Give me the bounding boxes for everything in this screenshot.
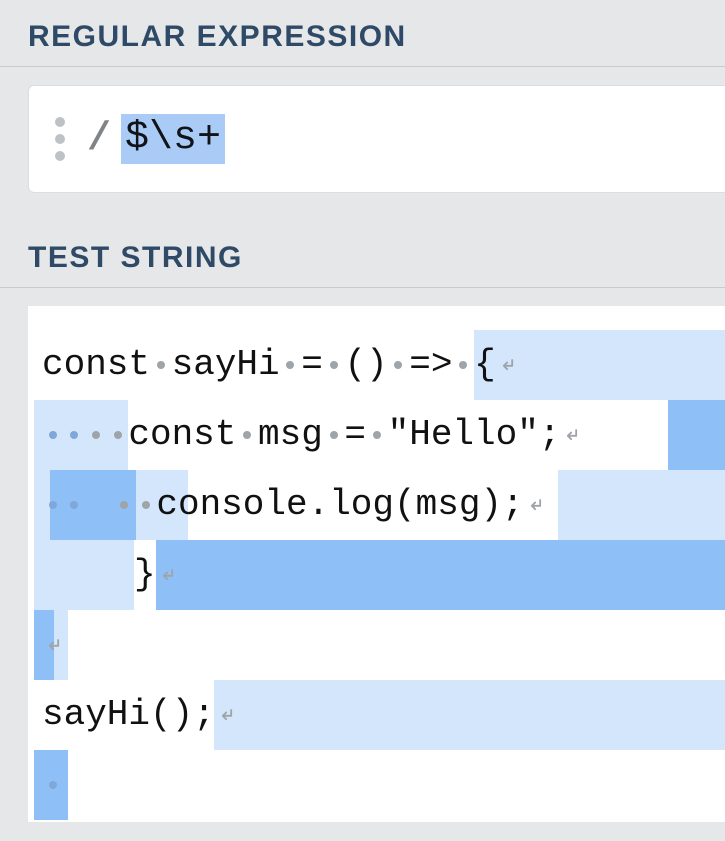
code-text: msg: [258, 417, 323, 453]
code-line[interactable]: }: [28, 540, 725, 610]
whitespace-dot-icon: [64, 400, 86, 470]
code-text: =: [344, 417, 366, 453]
code-text: const: [42, 347, 150, 383]
code-text: {: [474, 347, 496, 383]
whitespace-dot-icon: [452, 330, 474, 400]
whitespace-dot-icon: [150, 330, 172, 400]
whitespace-dot-icon: [323, 330, 345, 400]
code-text: "Hello";: [388, 417, 561, 453]
header-teststring-label: TEST STRING: [28, 241, 243, 274]
return-icon: [156, 540, 180, 610]
code-text: (): [344, 347, 387, 383]
whitespace-dot-icon: [64, 470, 86, 540]
return-icon: [42, 610, 66, 680]
whitespace-dot-icon: [388, 330, 410, 400]
code-text: const: [128, 417, 236, 453]
section-header-regex: REGULAR EXPRESSION: [0, 0, 725, 67]
return-icon: [524, 470, 548, 540]
whitespace-dot-icon: [107, 400, 129, 470]
regex-delimiter: /: [87, 117, 111, 162]
code-text: console.log(msg);: [156, 487, 523, 523]
whitespace-dot-icon: [236, 400, 258, 470]
whitespace-dot-icon: [323, 400, 345, 470]
test-string-area[interactable]: const sayHi = () => { const msg = "Hello"; console…: [28, 306, 725, 822]
code-text: =>: [409, 347, 452, 383]
whitespace-dot-icon: [42, 470, 64, 540]
header-regex-label: REGULAR EXPRESSION: [28, 20, 407, 53]
code-line[interactable]: const sayHi = () => {: [28, 330, 725, 400]
regex-pattern[interactable]: $\s+: [121, 114, 225, 164]
code-text: =: [301, 347, 323, 383]
code-text: }: [134, 557, 156, 593]
whitespace-dot-icon: [42, 750, 64, 820]
whitespace-dot-icon: [85, 400, 107, 470]
return-icon: [215, 680, 239, 750]
regex-settings-icon[interactable]: [47, 117, 73, 161]
whitespace-dot-icon: [42, 400, 64, 470]
return-icon: [560, 400, 584, 470]
code-text: sayHi();: [42, 697, 215, 733]
whitespace-dot-icon: [280, 330, 302, 400]
whitespace-dot-icon: [135, 470, 157, 540]
regex-input-box[interactable]: / $\s+: [28, 85, 725, 193]
code-line[interactable]: const msg = "Hello";: [28, 400, 725, 470]
code-line[interactable]: [28, 750, 725, 820]
return-icon: [496, 330, 520, 400]
whitespace-dot-icon: [113, 470, 135, 540]
code-line[interactable]: console.log(msg);: [28, 470, 725, 540]
section-header-teststring: TEST STRING: [0, 221, 725, 288]
whitespace-dot-icon: [366, 400, 388, 470]
code-text: sayHi: [172, 347, 280, 383]
code-line[interactable]: [28, 610, 725, 680]
code-line[interactable]: sayHi();: [28, 680, 725, 750]
